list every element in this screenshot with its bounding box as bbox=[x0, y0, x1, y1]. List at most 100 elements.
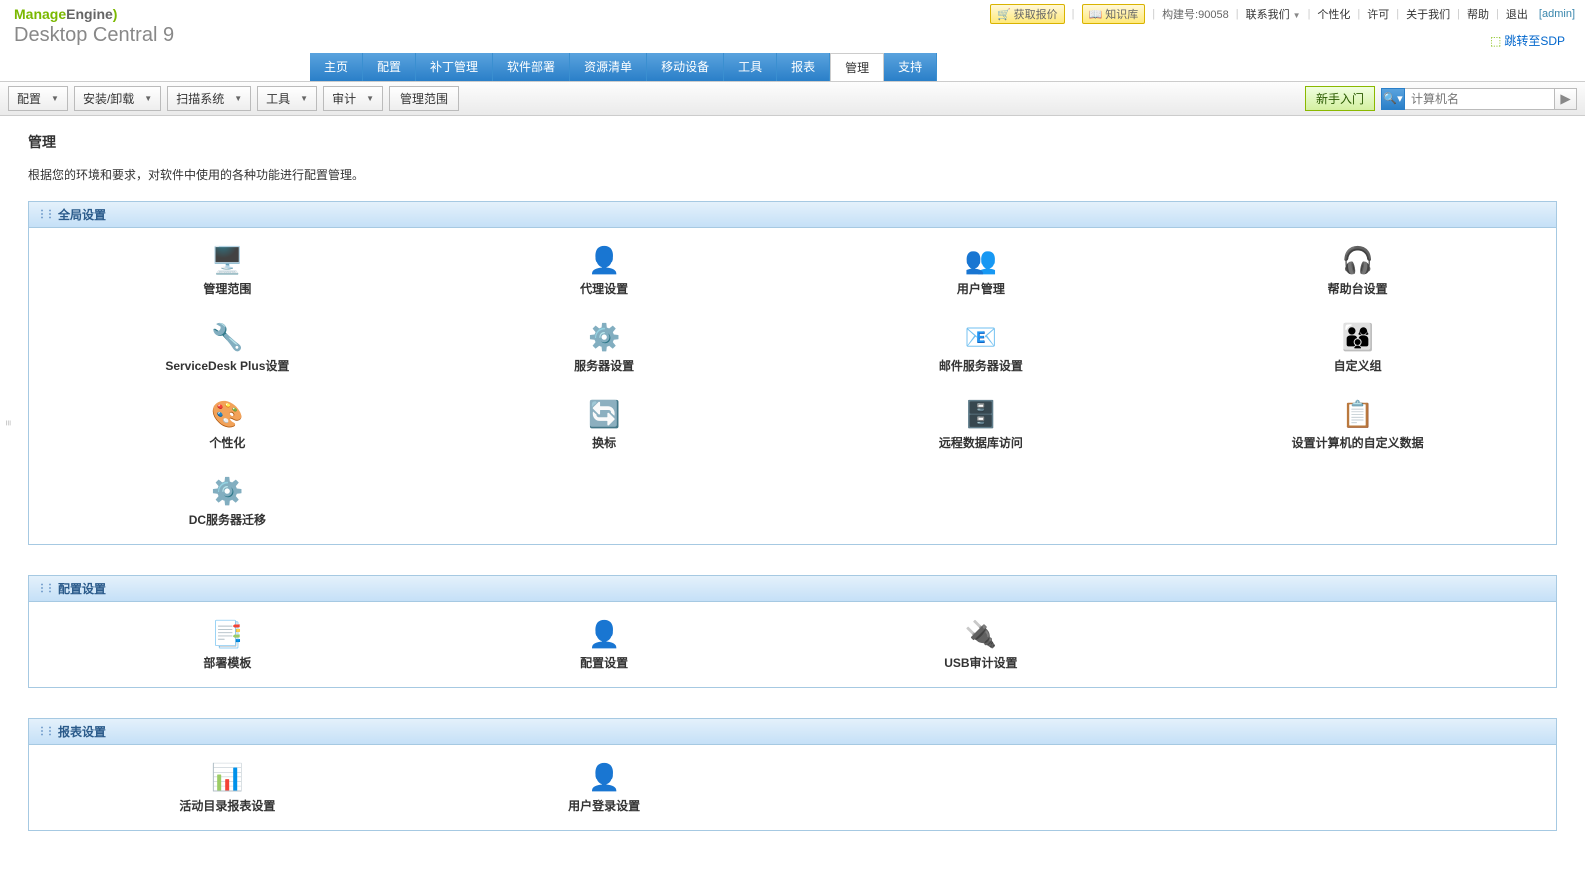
sub-toolbar: 配置安装/卸载扫描系统工具审计管理范围 新手入门 🔍▾ ▶ bbox=[0, 81, 1585, 116]
tile-label: 帮助台设置 bbox=[1328, 280, 1388, 297]
tab-9[interactable]: 支持 bbox=[884, 53, 937, 81]
page-description: 根据您的环境和要求，对软件中使用的各种功能进行配置管理。 bbox=[28, 166, 1557, 183]
tile-0-10[interactable]: 🗄️远程数据库访问 bbox=[803, 398, 1160, 451]
logo-text-2: Engine bbox=[66, 6, 113, 22]
subtoolbar-0[interactable]: 配置 bbox=[8, 86, 68, 111]
subtoolbar-3[interactable]: 工具 bbox=[257, 86, 317, 111]
build-number: 构建号:90058 bbox=[1162, 6, 1229, 22]
kb-label: 知识库 bbox=[1105, 6, 1138, 22]
get-quote-label: 获取报价 bbox=[1014, 6, 1058, 22]
sdp-link[interactable]: ⬚ 跳转至SDP bbox=[1480, 30, 1575, 51]
about-link[interactable]: 关于我们 bbox=[1406, 6, 1450, 22]
subtoolbar-1[interactable]: 安装/卸载 bbox=[74, 86, 161, 111]
logo: ManageEngine) Desktop Central 9 bbox=[10, 4, 174, 53]
tile-1-1[interactable]: 👤配置设置 bbox=[426, 618, 783, 671]
tile-1-2[interactable]: 🔌USB审计设置 bbox=[803, 618, 1160, 671]
product-name: Desktop Central 9 bbox=[14, 24, 174, 47]
tab-8[interactable]: 管理 bbox=[830, 53, 884, 81]
tile-label: 配置设置 bbox=[580, 654, 628, 671]
tile-0-1[interactable]: 👤代理设置 bbox=[426, 244, 783, 297]
tile-0-0[interactable]: 🖥️管理范围 bbox=[49, 244, 406, 297]
tab-1[interactable]: 配置 bbox=[363, 53, 416, 81]
tile-2-0[interactable]: 📊 活动目录报表设置 bbox=[49, 761, 406, 814]
collapse-handle[interactable]: ≡ bbox=[2, 420, 13, 426]
panel-header: 配置设置 bbox=[29, 576, 1556, 602]
subtoolbar-4[interactable]: 审计 bbox=[323, 86, 383, 111]
subtoolbar-2[interactable]: 扫描系统 bbox=[167, 86, 251, 111]
tile-icon: 🎧 bbox=[1342, 244, 1374, 276]
tile-label: 活动目录报表设置 bbox=[179, 797, 275, 814]
tile-0-9[interactable]: 🔄换标 bbox=[426, 398, 783, 451]
tile-label: 用户登录设置 bbox=[568, 797, 640, 814]
tile-icon: 📋 bbox=[1342, 398, 1374, 430]
help-link[interactable]: 帮助 bbox=[1467, 6, 1489, 22]
tab-3[interactable]: 软件部署 bbox=[493, 53, 570, 81]
top-links: 🛒 获取报价 | 📖 知识库 | 构建号:90058 | 联系我们 ▼ | 个性… bbox=[990, 4, 1575, 24]
tile-icon: 📑 bbox=[211, 618, 243, 650]
tile-icon: 🔄 bbox=[588, 398, 620, 430]
panel-header: 报表设置 bbox=[29, 719, 1556, 745]
tile-0-7[interactable]: 👨‍👩‍👦 自定义组 bbox=[1179, 321, 1536, 374]
tile-0-5[interactable]: ⚙️服务器设置 bbox=[426, 321, 783, 374]
subtoolbar-5[interactable]: 管理范围 bbox=[389, 86, 459, 111]
tile-label: 管理范围 bbox=[203, 280, 251, 297]
tile-label: 代理设置 bbox=[580, 280, 628, 297]
sdp-label: 跳转至SDP bbox=[1504, 32, 1565, 49]
tile-0-3[interactable]: 🎧 帮助台设置 bbox=[1179, 244, 1536, 297]
tab-0[interactable]: 主页 bbox=[310, 53, 363, 81]
contact-label: 联系我们 bbox=[1246, 9, 1290, 21]
tile-0-12[interactable]: ⚙️ DC服务器迁移 bbox=[49, 475, 406, 528]
tile-label: ServiceDesk Plus设置 bbox=[165, 357, 289, 374]
panel-body: 📑 部署模板 👤配置设置 🔌USB审计设置 bbox=[29, 602, 1556, 687]
logo-brand: ManageEngine) bbox=[14, 6, 174, 22]
tile-label: DC服务器迁移 bbox=[189, 511, 266, 528]
current-user: [admin] bbox=[1539, 8, 1575, 20]
tile-0-8[interactable]: 🎨个性化 bbox=[49, 398, 406, 451]
search-input[interactable] bbox=[1405, 88, 1555, 110]
logo-text-1: Manage bbox=[14, 6, 66, 22]
personalize-link[interactable]: 个性化 bbox=[1317, 6, 1350, 22]
tab-4[interactable]: 资源清单 bbox=[570, 53, 647, 81]
tile-label: 部署模板 bbox=[203, 654, 251, 671]
tile-0-2[interactable]: 👥 用户管理 bbox=[803, 244, 1160, 297]
license-link[interactable]: 许可 bbox=[1367, 6, 1389, 22]
panel-body: 🖥️管理范围 👤代理设置 👥 用户管理 🎧 帮助台设置 🔧ServiceDesk Plus设… bbox=[29, 228, 1556, 544]
tile-icon: 🎨 bbox=[211, 398, 243, 430]
panel-body: 📊 活动目录报表设置 👤 用户登录设置 bbox=[29, 745, 1556, 830]
getting-started-button[interactable]: 新手入门 bbox=[1305, 86, 1375, 111]
search-icon[interactable]: 🔍▾ bbox=[1381, 88, 1405, 110]
tile-icon: 📧 bbox=[965, 321, 997, 353]
content-area: 管理 根据您的环境和要求，对软件中使用的各种功能进行配置管理。 全局设置🖥️管理… bbox=[0, 116, 1585, 877]
page-title: 管理 bbox=[28, 132, 1557, 152]
tile-icon: 👨‍👩‍👦 bbox=[1342, 321, 1374, 353]
tile-0-6[interactable]: 📧 邮件服务器设置 bbox=[803, 321, 1160, 374]
panel-header: 全局设置 bbox=[29, 202, 1556, 228]
tile-icon: ⚙️ bbox=[211, 475, 243, 507]
tile-0-11[interactable]: 📋 设置计算机的自定义数据 bbox=[1179, 398, 1536, 451]
get-quote-button[interactable]: 🛒 获取报价 bbox=[990, 4, 1065, 24]
tab-7[interactable]: 报表 bbox=[777, 53, 830, 81]
tab-5[interactable]: 移动设备 bbox=[647, 53, 724, 81]
search-go-button[interactable]: ▶ bbox=[1555, 88, 1577, 110]
tab-6[interactable]: 工具 bbox=[724, 53, 777, 81]
tab-2[interactable]: 补丁管理 bbox=[416, 53, 493, 81]
tile-1-0[interactable]: 📑 部署模板 bbox=[49, 618, 406, 671]
tile-2-1[interactable]: 👤 用户登录设置 bbox=[426, 761, 783, 814]
sub-toolbar-buttons: 配置安装/卸载扫描系统工具审计管理范围 bbox=[8, 86, 459, 111]
top-bar: ManageEngine) Desktop Central 9 🛒 获取报价 |… bbox=[0, 0, 1585, 53]
logout-link[interactable]: 退出 bbox=[1506, 6, 1528, 22]
kb-button[interactable]: 📖 知识库 bbox=[1082, 4, 1146, 24]
contact-link[interactable]: 联系我们 ▼ bbox=[1246, 6, 1301, 22]
tile-label: 用户管理 bbox=[957, 280, 1005, 297]
tile-icon: 👥 bbox=[965, 244, 997, 276]
tile-label: 设置计算机的自定义数据 bbox=[1292, 434, 1424, 451]
tile-0-4[interactable]: 🔧ServiceDesk Plus设置 bbox=[49, 321, 406, 374]
tile-label: 远程数据库访问 bbox=[939, 434, 1023, 451]
panel-0: 全局设置 🖥️管理范围 👤代理设置 👥 用户管理 🎧 帮助台设置 🔧ServiceDesk P… bbox=[28, 201, 1557, 545]
tile-label: 自定义组 bbox=[1334, 357, 1382, 374]
tile-label: 邮件服务器设置 bbox=[939, 357, 1023, 374]
tile-icon: 📊 bbox=[211, 761, 243, 793]
panel-1: 配置设置 📑 部署模板 👤配置设置 🔌USB审计设置 bbox=[28, 575, 1557, 688]
tile-icon: 👤 bbox=[588, 761, 620, 793]
panel-2: 报表设置 📊 活动目录报表设置 👤 用户登录设置 bbox=[28, 718, 1557, 831]
